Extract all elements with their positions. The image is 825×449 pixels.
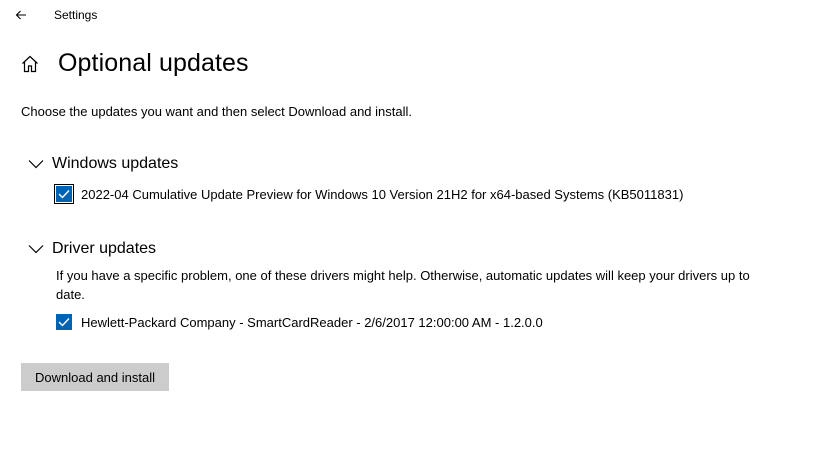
windows-updates-label: Windows updates: [52, 155, 179, 172]
home-icon[interactable]: [20, 54, 40, 74]
back-button[interactable]: [10, 4, 32, 26]
driver-update-item[interactable]: Hewlett-Packard Company - SmartCardReade…: [56, 314, 543, 330]
driver-updates-description: If you have a specific problem, one of t…: [56, 268, 750, 302]
windows-update-item[interactable]: 2022-04 Cumulative Update Preview for Wi…: [54, 184, 684, 204]
driver-update-label: Hewlett-Packard Company - SmartCardReade…: [81, 314, 543, 330]
chevron-down-icon: [28, 156, 44, 172]
windows-update-label: 2022-04 Cumulative Update Preview for Wi…: [81, 186, 684, 202]
app-title: Settings: [54, 8, 98, 22]
page-title: Optional updates: [58, 49, 249, 77]
windows-updates-header[interactable]: Windows updates: [28, 153, 178, 175]
checkmark-icon: [58, 190, 70, 199]
chevron-down-icon: [28, 241, 44, 257]
windows-update-checkbox[interactable]: [54, 184, 74, 204]
back-arrow-icon: [15, 10, 26, 20]
driver-update-checkbox[interactable]: [56, 314, 72, 330]
title-bar: Settings: [0, 0, 825, 30]
checkmark-icon: [58, 318, 70, 327]
driver-updates-label: Driver updates: [52, 240, 157, 257]
page-subtitle: Choose the updates you want and then sel…: [21, 104, 412, 119]
driver-updates-header[interactable]: Driver updates: [28, 238, 156, 260]
download-and-install-button[interactable]: Download and install: [21, 363, 169, 391]
settings-window: Settings Optional updates Choose the upd…: [0, 0, 825, 449]
